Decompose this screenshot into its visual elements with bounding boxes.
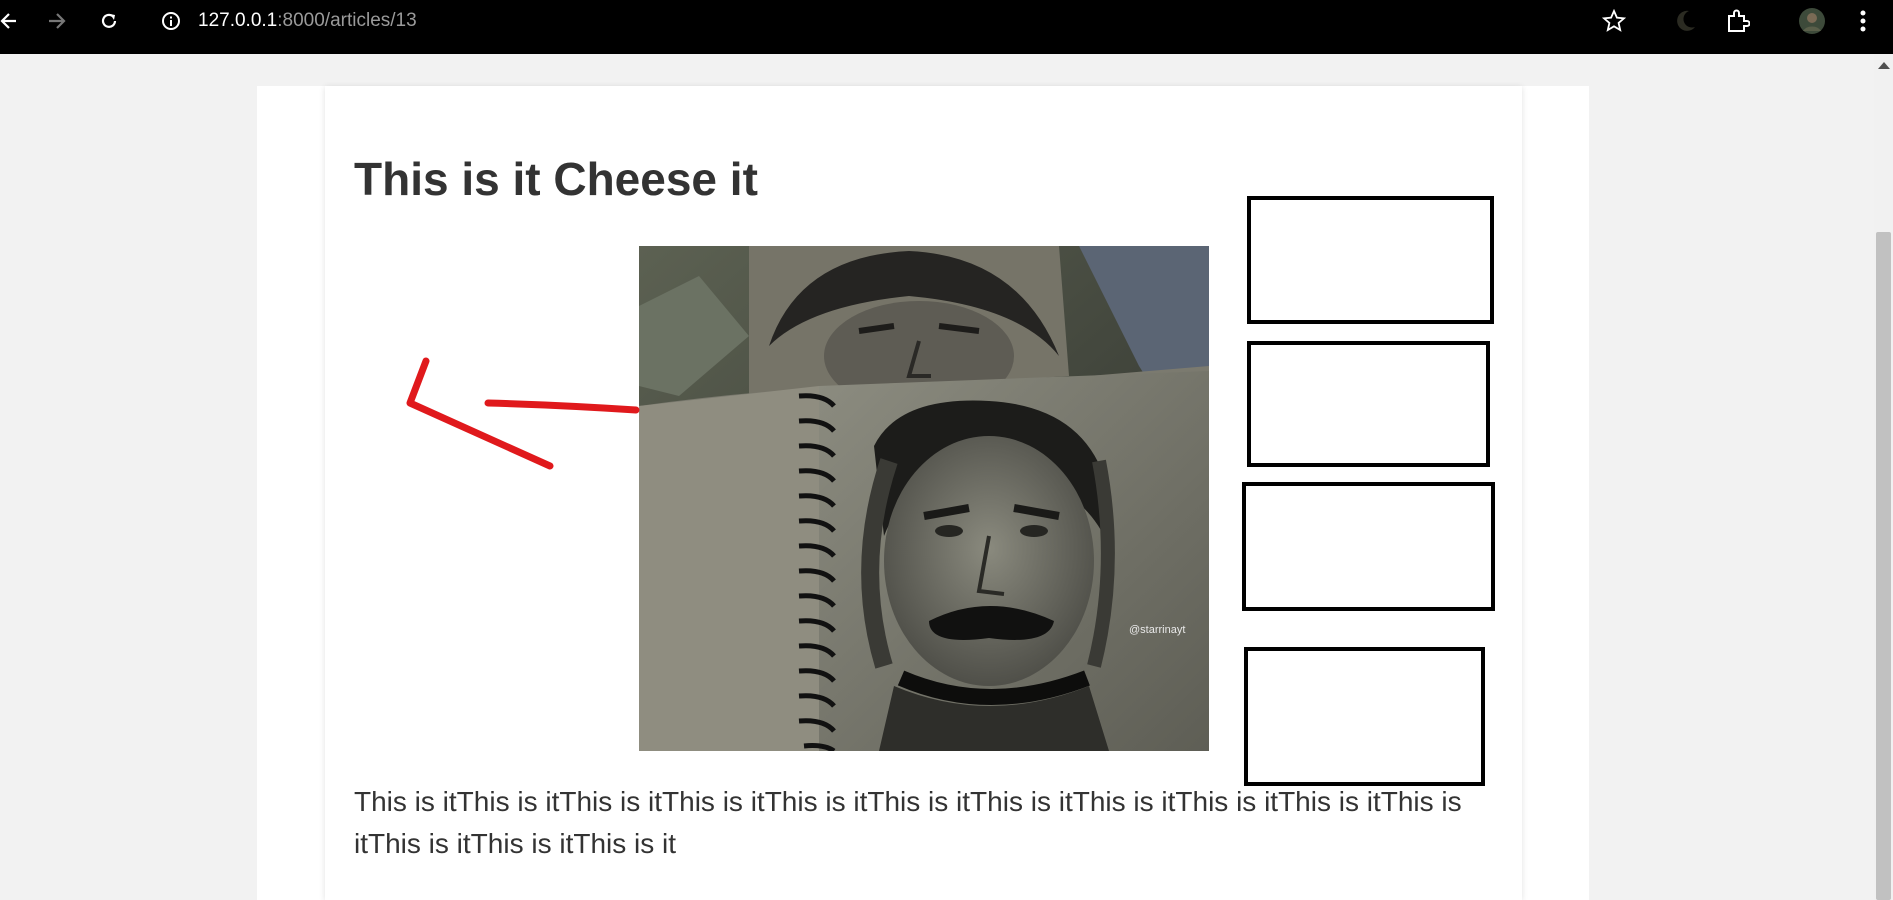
- article-image: [639, 246, 1209, 751]
- menu-kebab-icon[interactable]: [1856, 8, 1870, 34]
- dark-mode-moon-icon[interactable]: [1672, 8, 1698, 34]
- scroll-up-arrow-icon[interactable]: [1878, 62, 1890, 69]
- extensions-puzzle-icon[interactable]: [1724, 8, 1750, 34]
- empty-box-1: [1247, 196, 1494, 324]
- empty-box-2: [1247, 341, 1490, 467]
- url-host: 127.0.0.1: [198, 10, 278, 31]
- back-arrow-icon[interactable]: [0, 8, 18, 34]
- article-body: This is itThis is itThis is itThis is it…: [354, 786, 1462, 859]
- address-bar[interactable]: 127.0.0.1:8000/articles/13: [198, 10, 417, 32]
- image-watermark: @starrinayt: [1129, 624, 1186, 636]
- forward-arrow-icon[interactable]: [46, 8, 68, 34]
- empty-box-4: [1244, 647, 1485, 786]
- empty-box-3: [1242, 482, 1495, 611]
- scrollbar-thumb[interactable]: [1876, 232, 1891, 900]
- bookmark-star-icon[interactable]: [1602, 8, 1626, 34]
- reload-icon[interactable]: [98, 8, 120, 34]
- site-info-icon[interactable]: [160, 8, 182, 34]
- article-title: This is it Cheese it: [354, 153, 758, 205]
- url-path: :8000/articles/13: [277, 10, 417, 31]
- profile-avatar[interactable]: [1798, 8, 1826, 34]
- browser-toolbar: 127.0.0.1:8000/articles/13: [0, 0, 1893, 54]
